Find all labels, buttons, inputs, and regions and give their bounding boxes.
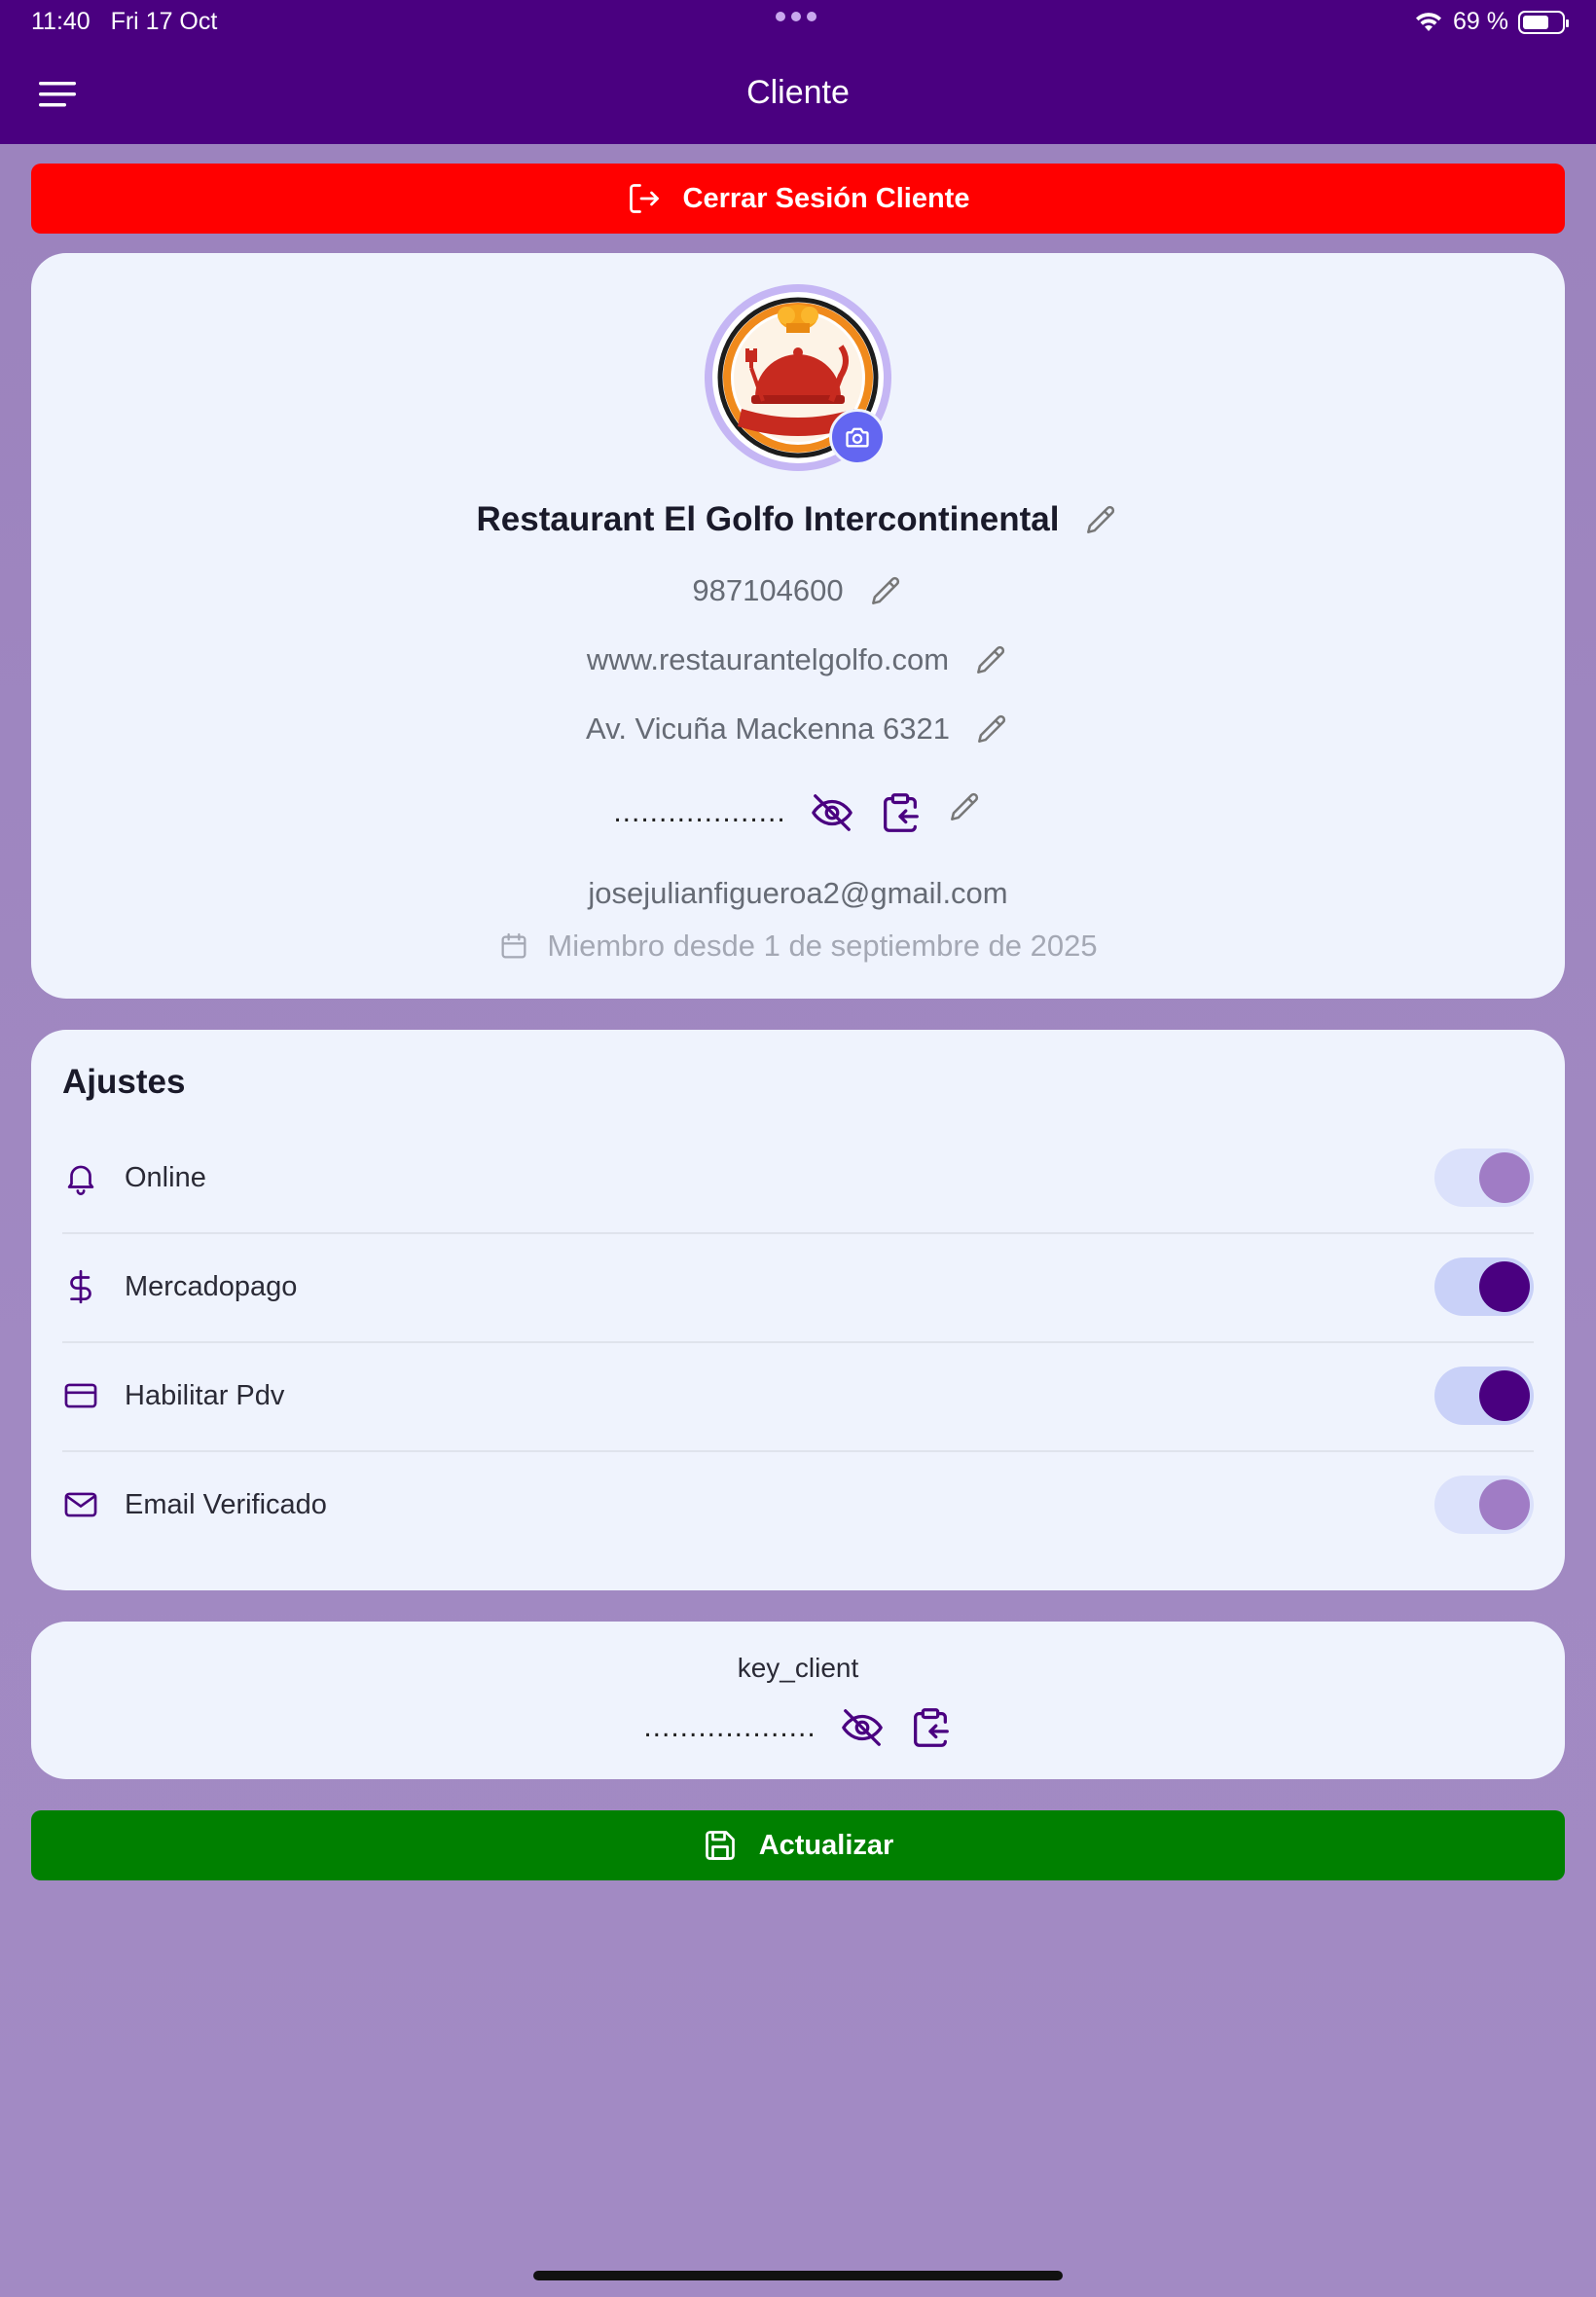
wifi-icon <box>1416 12 1442 31</box>
edit-name-pencil-icon[interactable] <box>1082 501 1119 538</box>
edit-phone-pencil-icon[interactable] <box>867 572 904 609</box>
status-bar-right: 69 % <box>1414 8 1569 36</box>
credit-card-icon <box>64 1383 97 1408</box>
password-mask: ................... <box>613 796 786 828</box>
battery-icon <box>1518 10 1569 34</box>
app-header: 11:40 Fri 17 Oct 69 % Cliente <box>0 0 1596 144</box>
camera-icon <box>846 427 869 448</box>
status-time: 11:40 <box>31 8 91 35</box>
settings-card: Ajustes Online Mercadopago Habilitar Pdv… <box>31 1030 1565 1590</box>
status-date: Fri 17 Oct <box>110 8 218 35</box>
update-label: Actualizar <box>758 1829 894 1861</box>
settings-title: Ajustes <box>62 1063 186 1101</box>
profile-address-row: Av. Vicuña Mackenna 6321 <box>31 711 1565 747</box>
logout-label: Cerrar Sesión Cliente <box>682 182 970 214</box>
profile-name: Restaurant El Golfo Intercontinental <box>476 500 1060 538</box>
update-button[interactable]: Actualizar <box>31 1810 1565 1880</box>
multitasking-dots-icon[interactable] <box>776 12 816 21</box>
home-indicator[interactable] <box>533 2271 1063 2280</box>
bell-icon <box>67 1165 94 1195</box>
edit-address-pencil-icon[interactable] <box>973 711 1010 747</box>
mail-icon <box>64 1492 97 1517</box>
calendar-icon <box>501 932 526 959</box>
setting-row-email-verified: Email Verificado <box>62 1450 1534 1559</box>
profile-name-row: Restaurant El Golfo Intercontinental <box>31 500 1565 539</box>
setting-label-mercadopago: Mercadopago <box>125 1270 298 1302</box>
profile-member-row: Miembro desde 1 de septiembre de 2025 <box>31 929 1565 964</box>
key-client-card: key_client ................... <box>31 1622 1565 1779</box>
profile-phone: 987104600 <box>692 573 844 607</box>
profile-phone-row: 987104600 <box>31 572 1565 609</box>
edit-website-pencil-icon[interactable] <box>972 641 1009 678</box>
setting-label-online: Online <box>125 1161 206 1193</box>
profile-card: Restaurant El Golfo Intercontinental 987… <box>31 253 1565 999</box>
profile-password-row: ................... <box>31 790 1565 835</box>
toggle-online[interactable] <box>1434 1148 1534 1207</box>
toggle-pdv[interactable] <box>1434 1367 1534 1425</box>
edit-password-pencil-icon[interactable] <box>946 788 983 825</box>
avatar-container <box>705 284 891 471</box>
page-title: Cliente <box>746 74 850 111</box>
toggle-mercadopago[interactable] <box>1434 1258 1534 1316</box>
profile-website: www.restaurantelgolfo.com <box>586 642 950 676</box>
logout-icon <box>629 184 659 213</box>
setting-row-pdv: Habilitar Pdv <box>62 1341 1534 1450</box>
profile-address: Av. Vicuña Mackenna 6321 <box>586 711 950 746</box>
eye-off-icon[interactable] <box>840 1705 885 1750</box>
profile-website-row: www.restaurantelgolfo.com <box>31 641 1565 678</box>
profile-email-row: josejulianfigueroa2@gmail.com <box>31 876 1565 911</box>
key-client-row: ................... <box>31 1705 1565 1750</box>
change-photo-button[interactable] <box>829 409 886 465</box>
battery-percent: 69 % <box>1453 8 1508 35</box>
eye-off-icon[interactable] <box>810 790 854 835</box>
toggle-email-verified[interactable] <box>1434 1476 1534 1534</box>
dollar-icon <box>70 1269 91 1304</box>
member-since: Miembro desde 1 de septiembre de 2025 <box>547 929 1098 963</box>
logout-button[interactable]: Cerrar Sesión Cliente <box>31 164 1565 234</box>
setting-label-pdv: Habilitar Pdv <box>125 1379 285 1411</box>
clipboard-copy-icon[interactable] <box>878 790 923 835</box>
save-icon <box>705 1831 735 1860</box>
key-client-label: key_client <box>737 1653 859 1683</box>
setting-label-email-verified: Email Verificado <box>125 1488 327 1520</box>
setting-row-online: Online <box>62 1123 1534 1232</box>
clipboard-copy-icon[interactable] <box>908 1705 953 1750</box>
key-client-mask: ................... <box>643 1711 816 1743</box>
profile-email: josejulianfigueroa2@gmail.com <box>588 876 1008 910</box>
setting-row-mercadopago: Mercadopago <box>62 1232 1534 1341</box>
status-bar-datetime: 11:40 Fri 17 Oct <box>31 8 217 36</box>
